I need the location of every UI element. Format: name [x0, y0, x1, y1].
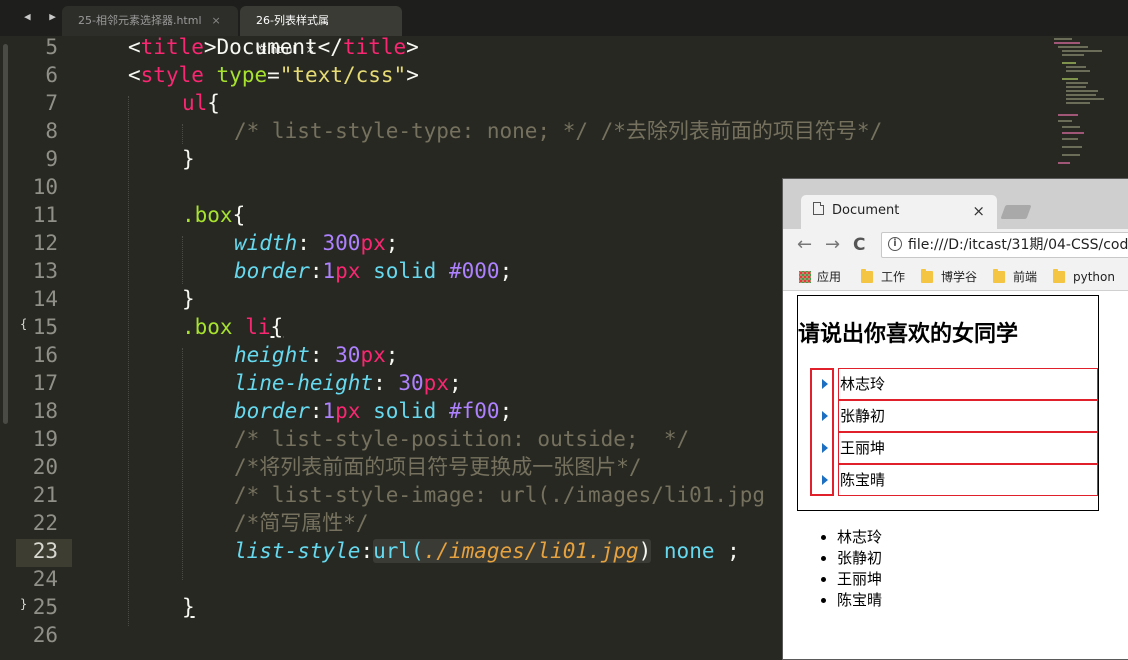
- line-number: 22: [32, 511, 58, 535]
- apps-grid-icon: [799, 271, 811, 283]
- new-tab-button[interactable]: [1000, 205, 1032, 219]
- bookmark-work[interactable]: 工作: [861, 263, 905, 291]
- code-line-6: <style type="text/css">: [128, 63, 419, 87]
- list-item: 张静初: [837, 548, 882, 569]
- line-number: 7: [45, 91, 58, 115]
- styled-list-box: 请说出你喜欢的女同学 林志玲 张静初 王丽坤 陈宝晴: [797, 295, 1099, 511]
- fold-open-icon[interactable]: {: [20, 317, 27, 331]
- code-line-5: <title>Document</title>: [128, 35, 419, 59]
- line-number: 19: [32, 427, 58, 451]
- code-line-7: ul{: [182, 91, 220, 115]
- bookmark-python[interactable]: python: [1053, 263, 1115, 291]
- indent-guide: [182, 236, 184, 284]
- address-bar[interactable]: i file:///D:/itcast/31期/04-CSS/code: [881, 232, 1128, 258]
- code-line-8: /* list-style-type: none; */ /*去除列表前面的项目…: [234, 119, 883, 143]
- document-icon: [813, 202, 824, 215]
- list-item: 陈宝晴: [838, 464, 1098, 496]
- tab-close-icon[interactable]: ×: [212, 14, 221, 27]
- browser-tab-title: Document: [832, 203, 900, 218]
- folder-icon: [993, 269, 1005, 283]
- code-line-21: /* list-style-image: url(./images/li01.j…: [234, 483, 766, 507]
- browser-window: Document × ← → C i file:///D:/itcast/31期…: [782, 178, 1128, 660]
- back-arrow-icon[interactable]: ←: [797, 233, 812, 257]
- page-info-icon[interactable]: i: [888, 237, 902, 251]
- tab-26-list-style[interactable]: 26-列表样式属性.html ×: [240, 6, 402, 56]
- line-number: 16: [32, 343, 58, 367]
- code-line-22: /*简写属性*/: [234, 511, 369, 535]
- browser-toolbar: ← → C i file:///D:/itcast/31期/04-CSS/cod…: [783, 229, 1128, 263]
- line-number: 25: [32, 595, 58, 619]
- bookmark-apps[interactable]: 应用: [799, 263, 841, 291]
- line-number: 10: [32, 175, 58, 199]
- minimap[interactable]: [1052, 36, 1128, 176]
- browser-tab-close-icon[interactable]: ×: [972, 195, 985, 227]
- code-line-23: list-style:url(./images/li01.jpg) none ;: [234, 539, 740, 563]
- code-line-18: border:1px solid #f00;: [234, 399, 513, 423]
- indent-guide: [128, 96, 130, 626]
- line-number: 24: [32, 567, 58, 591]
- browser-titlebar: Document ×: [783, 179, 1128, 229]
- fold-close-icon[interactable]: }: [20, 597, 27, 611]
- plain-list: 林志玲 张静初 王丽坤 陈宝晴: [809, 527, 882, 611]
- folder-icon: [1053, 269, 1065, 283]
- list-item: 陈宝晴: [837, 590, 882, 611]
- line-number-gutter: 5 6 7 8 9 10 11 12 13 14 15 16 17 18 19 …: [16, 35, 76, 656]
- indent-guide: [182, 124, 184, 144]
- line-number: 21: [32, 483, 58, 507]
- line-number: 9: [45, 147, 58, 171]
- line-number: 12: [32, 231, 58, 255]
- list-item: 张静初: [838, 400, 1098, 432]
- folder-icon: [861, 269, 873, 283]
- browser-tab-document[interactable]: Document ×: [801, 195, 997, 229]
- line-number: 8: [45, 119, 58, 143]
- line-number: 20: [32, 455, 58, 479]
- bookmark-boxuegu[interactable]: 博学谷: [921, 263, 977, 291]
- list-item: 林志玲: [837, 527, 882, 548]
- line-number: 17: [32, 371, 58, 395]
- code-line-15: .box li{: [182, 315, 284, 339]
- list-item: 王丽坤: [838, 432, 1098, 464]
- list-marker-icon: [822, 379, 828, 389]
- line-number: 6: [45, 63, 58, 87]
- list-marker-icon: [822, 475, 828, 485]
- bookmark-frontend[interactable]: 前端: [993, 263, 1037, 291]
- code-line-20: /*将列表前面的项目符号更换成一张图片*/: [234, 455, 642, 479]
- forward-arrow-icon[interactable]: →: [825, 233, 840, 257]
- bookmarks-bar: 应用 工作 博学谷 前端 python: [783, 263, 1128, 291]
- code-line-11: .box{: [182, 203, 246, 227]
- line-number: 26: [32, 623, 58, 647]
- list-marker-icon: [822, 443, 828, 453]
- code-line-16: height: 30px;: [234, 343, 399, 367]
- line-number: 18: [32, 399, 58, 423]
- line-number: 11: [32, 203, 58, 227]
- code-line-19: /* list-style-position: outside; */: [234, 427, 690, 451]
- line-number: 13: [32, 259, 58, 283]
- tab-25-adjacent-selector[interactable]: 25-相邻元素选择器.html ×: [62, 6, 238, 36]
- list-item: 林志玲: [838, 368, 1098, 400]
- line-number-current: 23: [32, 539, 58, 563]
- line-number: 5: [45, 35, 58, 59]
- list-item: 王丽坤: [837, 569, 882, 590]
- code-line-17: line-height: 30px;: [234, 371, 462, 395]
- code-line-9: }: [182, 147, 195, 171]
- line-number: 14: [32, 287, 58, 311]
- reload-icon[interactable]: C: [853, 233, 865, 257]
- code-line-14: }: [182, 287, 195, 311]
- address-url: file:///D:/itcast/31期/04-CSS/code: [908, 237, 1128, 253]
- page-heading: 请说出你喜欢的女同学: [798, 322, 1019, 347]
- code-line-12: width: 300px;: [234, 231, 399, 255]
- page-content: 请说出你喜欢的女同学 林志玲 张静初 王丽坤 陈宝晴 林志玲 张静初 王丽坤 陈…: [783, 291, 1128, 659]
- line-number: 15: [32, 315, 58, 339]
- editor-tab-bar: ◀ ▶ 25-相邻元素选择器.html × 26-列表样式属性.html ×: [0, 0, 1128, 56]
- editor-scrollbar[interactable]: [3, 44, 8, 424]
- list-marker-icon: [822, 411, 828, 421]
- code-line-13: border:1px solid #000;: [234, 259, 513, 283]
- indent-guide: [182, 348, 184, 580]
- tab-label: 25-相邻元素选择器.html: [78, 14, 202, 27]
- folder-icon: [921, 269, 933, 283]
- code-line-25: }: [182, 595, 195, 619]
- tab-nav-arrows-icon[interactable]: ◀ ▶: [24, 10, 62, 23]
